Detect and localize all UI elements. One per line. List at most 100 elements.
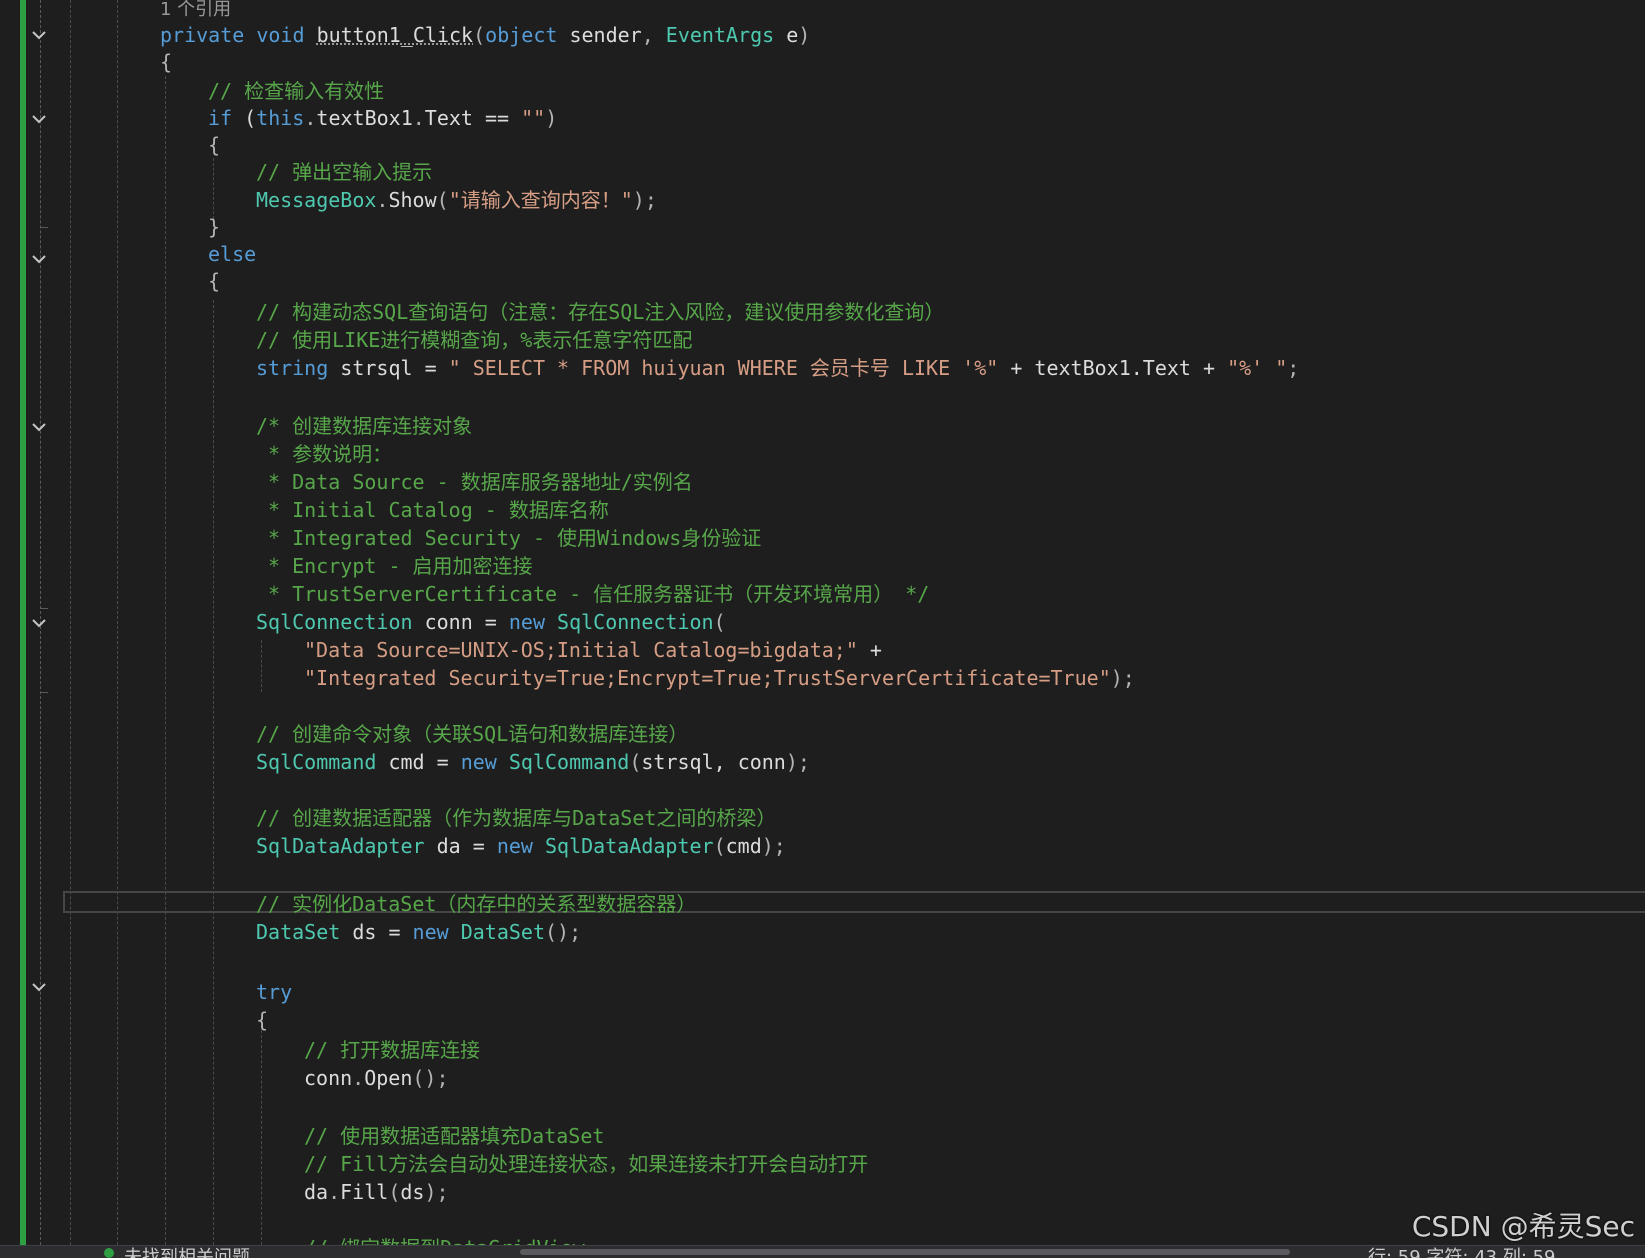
code-token: // 实例化DataSet（内存中的关系型数据容器） [256, 892, 697, 916]
code-token: Fill [340, 1180, 389, 1204]
code-token: cmd [725, 834, 762, 858]
code-line[interactable]: * Initial Catalog - 数据库名称 [256, 496, 609, 524]
code-line[interactable]: private void button1_Click(object sender… [160, 21, 810, 49]
code-token: ( [436, 188, 449, 212]
code-token: ( [232, 106, 257, 130]
code-line[interactable]: } [208, 213, 220, 241]
reference-codelens[interactable]: 1 个引用 [160, 0, 231, 22]
code-token: private [160, 23, 245, 47]
code-token: "请输入查询内容！" [448, 188, 633, 212]
code-line[interactable]: try [256, 978, 292, 1006]
code-token: * TrustServerCertificate - 信任服务器证书（开发环境常… [256, 582, 930, 606]
code-line[interactable]: SqlCommand cmd = new SqlCommand(strsql, … [256, 748, 810, 776]
code-line[interactable]: { [208, 267, 220, 295]
code-token: . [412, 106, 425, 130]
code-line[interactable]: * TrustServerCertificate - 信任服务器证书（开发环境常… [256, 580, 929, 608]
code-line[interactable]: if (this.textBox1.Text == "") [208, 104, 557, 132]
collapse-chevron-icon[interactable] [31, 419, 47, 435]
code-token: } [208, 215, 221, 239]
code-token: conn [304, 1066, 353, 1090]
code-line[interactable]: * Integrated Security - 使用Windows身份验证 [256, 524, 761, 552]
indent-guide [70, 0, 71, 1245]
issues-status[interactable]: 未找到相关问题 [124, 1246, 250, 1258]
code-token: "" [521, 106, 546, 130]
code-line[interactable]: "Data Source=UNIX-OS;Initial Catalog=big… [304, 636, 882, 664]
code-token: EventArgs [665, 23, 775, 47]
collapse-chevron-icon[interactable] [31, 27, 47, 43]
code-token: SqlConnection [256, 610, 413, 634]
code-token: button1_Click [316, 23, 474, 47]
code-line[interactable]: SqlDataAdapter da = new SqlDataAdapter(c… [256, 832, 786, 860]
code-line[interactable]: conn.Open(); [304, 1064, 449, 1092]
code-line[interactable]: // 使用数据适配器填充DataSet [304, 1122, 604, 1150]
code-line[interactable]: // 打开数据库连接 [304, 1036, 480, 1064]
code-line[interactable]: // 绑定数据到DataGridView [304, 1234, 585, 1245]
code-token: " SELECT * FROM huiyuan WHERE 会员卡号 LIKE … [448, 356, 999, 380]
watermark: CSDN @希灵Sec [1411, 1210, 1635, 1243]
code-token: "%' " [1227, 356, 1288, 380]
code-editor[interactable]: 1 个引用 private void button1_Click(object … [0, 0, 1645, 1245]
code-line[interactable]: { [256, 1006, 268, 1034]
code-token: (); [545, 920, 582, 944]
code-token: MessageBox [256, 188, 377, 212]
indent-guide [261, 640, 262, 692]
code-line[interactable]: * Data Source - 数据库服务器地址/实例名 [256, 468, 693, 496]
code-line[interactable]: // 使用LIKE进行模糊查询，%表示任意字符匹配 [256, 326, 692, 354]
code-line[interactable]: // 实例化DataSet（内存中的关系型数据容器） [256, 890, 696, 918]
code-token: DataSet [256, 920, 341, 944]
code-line[interactable]: { [160, 48, 172, 76]
code-line[interactable]: else [208, 240, 256, 268]
code-token: new [412, 920, 449, 944]
code-token: ( [388, 1180, 401, 1204]
collapse-chevron-icon[interactable] [31, 979, 47, 995]
code-token: // 构建动态SQL查询语句（注意：存在SQL注入风险，建议使用参数化查询） [256, 300, 945, 324]
code-line[interactable]: * 参数说明： [256, 440, 392, 468]
code-token: textBox1 [316, 106, 413, 130]
code-line[interactable]: SqlConnection conn = new SqlConnection( [256, 608, 726, 636]
collapse-chevron-icon[interactable] [31, 111, 47, 127]
code-line[interactable]: string strsql = " SELECT * FROM huiyuan … [256, 354, 1299, 382]
fold-end-marker [40, 608, 48, 609]
code-token: conn = [412, 610, 509, 634]
code-line[interactable]: da.Fill(ds); [304, 1178, 449, 1206]
indent-guide [261, 1020, 262, 1245]
code-line[interactable]: // Fill方法会自动处理连接状态，如果连接未打开会自动打开 [304, 1150, 868, 1178]
code-line[interactable]: // 构建动态SQL查询语句（注意：存在SQL注入风险，建议使用参数化查询） [256, 298, 944, 326]
collapse-chevron-icon[interactable] [31, 615, 47, 631]
code-token: try [256, 980, 293, 1004]
code-token: // 使用数据适配器填充DataSet [304, 1124, 605, 1148]
code-line[interactable]: "Integrated Security=True;Encrypt=True;T… [304, 664, 1135, 692]
code-line[interactable]: // 弹出空输入提示 [256, 158, 432, 186]
cursor-position[interactable]: 行: 59 字符: 43 列: 59 [1368, 1246, 1556, 1258]
code-token: // 打开数据库连接 [304, 1038, 481, 1062]
code-token: ds [400, 1180, 425, 1204]
code-token: * Encrypt - 启用加密连接 [256, 554, 533, 578]
code-token: "Integrated Security=True;Encrypt=True;T… [304, 666, 1111, 690]
collapse-chevron-icon[interactable] [31, 251, 47, 267]
code-line[interactable]: DataSet ds = new DataSet(); [256, 918, 581, 946]
code-line[interactable]: /* 创建数据库连接对象 [256, 412, 472, 440]
code-token: ( [629, 750, 642, 774]
code-token: * Initial Catalog - 数据库名称 [256, 498, 609, 522]
code-line[interactable]: MessageBox.Show("请输入查询内容！"); [256, 186, 657, 214]
code-line[interactable]: // 创建命令对象（关联SQL语句和数据库连接） [256, 720, 688, 748]
code-line[interactable]: // 创建数据适配器（作为数据库与DataSet之间的桥梁） [256, 804, 776, 832]
code-token: SqlConnection [557, 610, 714, 634]
code-token: object [485, 23, 558, 47]
indent-guide [117, 0, 118, 1245]
code-token: this [256, 106, 305, 130]
code-token: ); [761, 834, 786, 858]
code-token: if [208, 106, 233, 130]
code-token: * Data Source - 数据库服务器地址/实例名 [256, 470, 693, 494]
code-line[interactable]: { [208, 131, 220, 159]
code-token: , [641, 23, 666, 47]
code-line[interactable]: * Encrypt - 启用加密连接 [256, 552, 533, 580]
code-token: strsql, conn [641, 750, 786, 774]
code-token: strsql = [328, 356, 449, 380]
horizontal-scrollbar[interactable] [520, 1249, 1290, 1255]
reference-count[interactable]: 1 个引用 [160, 0, 231, 20]
code-line[interactable]: // 检查输入有效性 [208, 77, 384, 105]
code-token: { [160, 50, 173, 74]
code-token: void [256, 23, 305, 47]
